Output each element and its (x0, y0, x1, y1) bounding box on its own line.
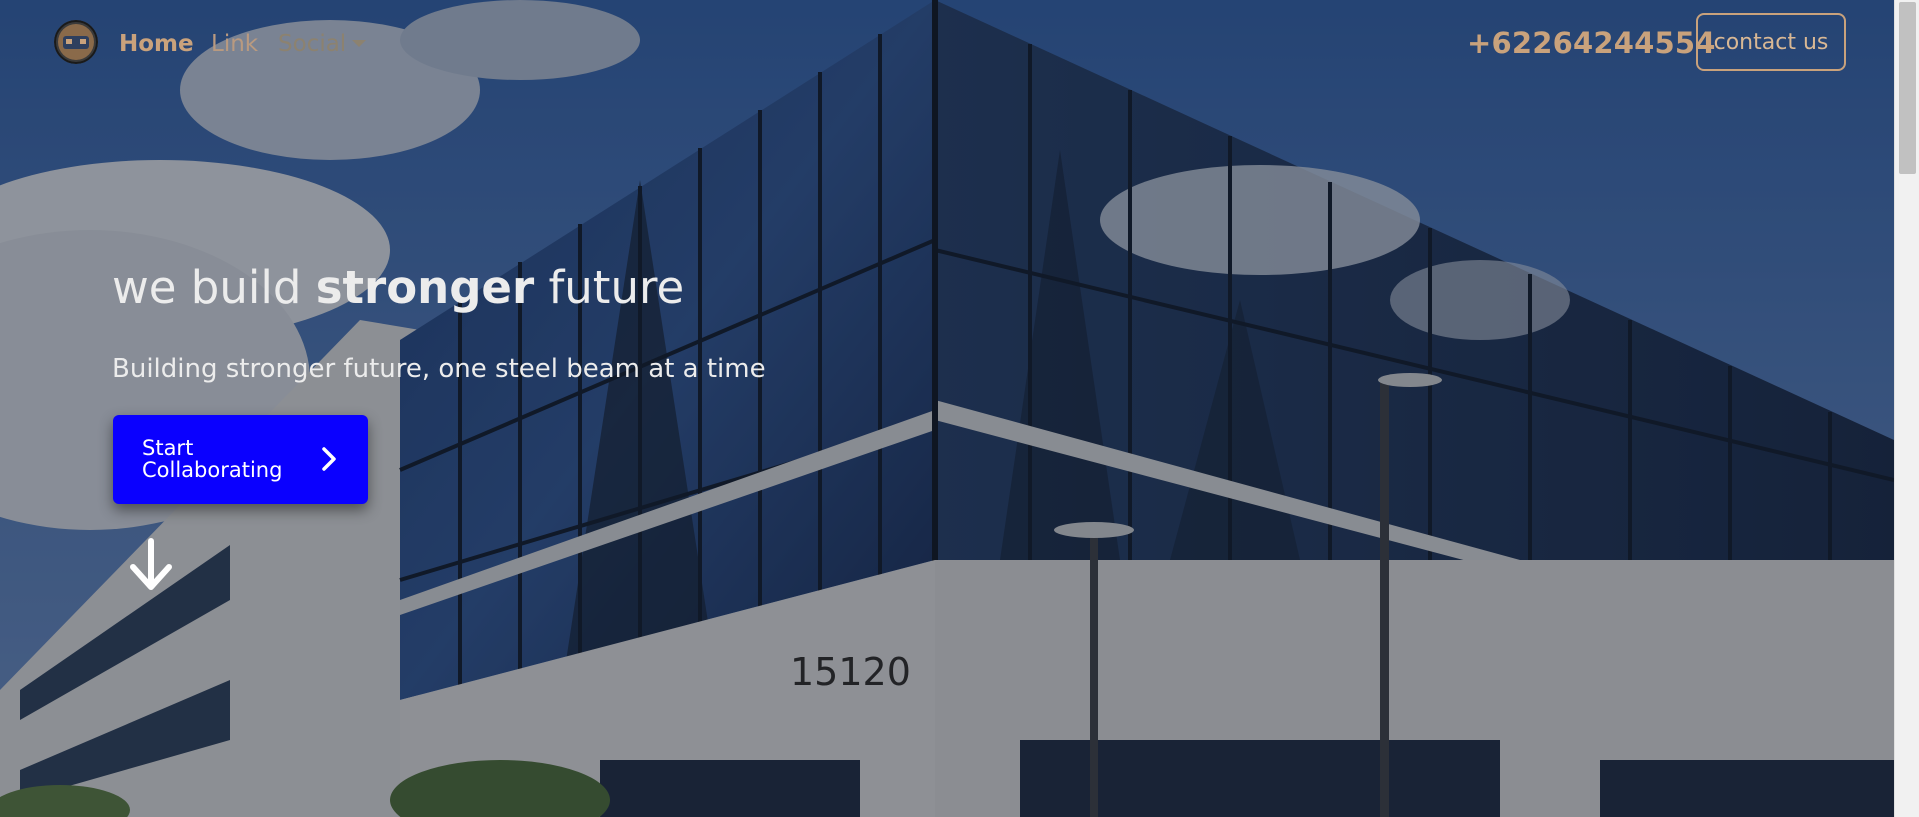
nav-home-link[interactable]: Home (119, 29, 194, 59)
landing-page: 15120 Home Link Social +62264244554 cont… (0, 0, 1894, 817)
hero-title-suffix: future (534, 261, 685, 314)
top-navbar: Home Link Social +62264244554 contact us (0, 0, 1894, 88)
caret-down-icon[interactable] (352, 40, 366, 47)
nav-link-link[interactable]: Link (211, 29, 258, 59)
hero-title-prefix: we build (112, 261, 316, 314)
cta-label: Start Collaborating (142, 436, 283, 482)
hero-subtitle: Building stronger future, one steel beam… (112, 354, 766, 384)
hero-title: we build stronger future (112, 258, 684, 318)
hero-title-strong: stronger (315, 261, 535, 314)
page-scrollbar[interactable] (1894, 0, 1919, 817)
start-collaborating-button[interactable]: Start Collaborating (113, 415, 368, 504)
hero-dark-overlay (0, 0, 1894, 817)
scrollbar-thumb[interactable] (1899, 2, 1916, 174)
arrow-down-icon[interactable] (127, 537, 175, 593)
contact-us-button[interactable]: contact us (1696, 13, 1846, 71)
phone-number: +62264244554 (1467, 26, 1716, 60)
nav-social-dropdown[interactable]: Social (278, 29, 346, 59)
chevron-right-icon (322, 447, 336, 471)
brand-logo-icon[interactable] (54, 20, 98, 64)
